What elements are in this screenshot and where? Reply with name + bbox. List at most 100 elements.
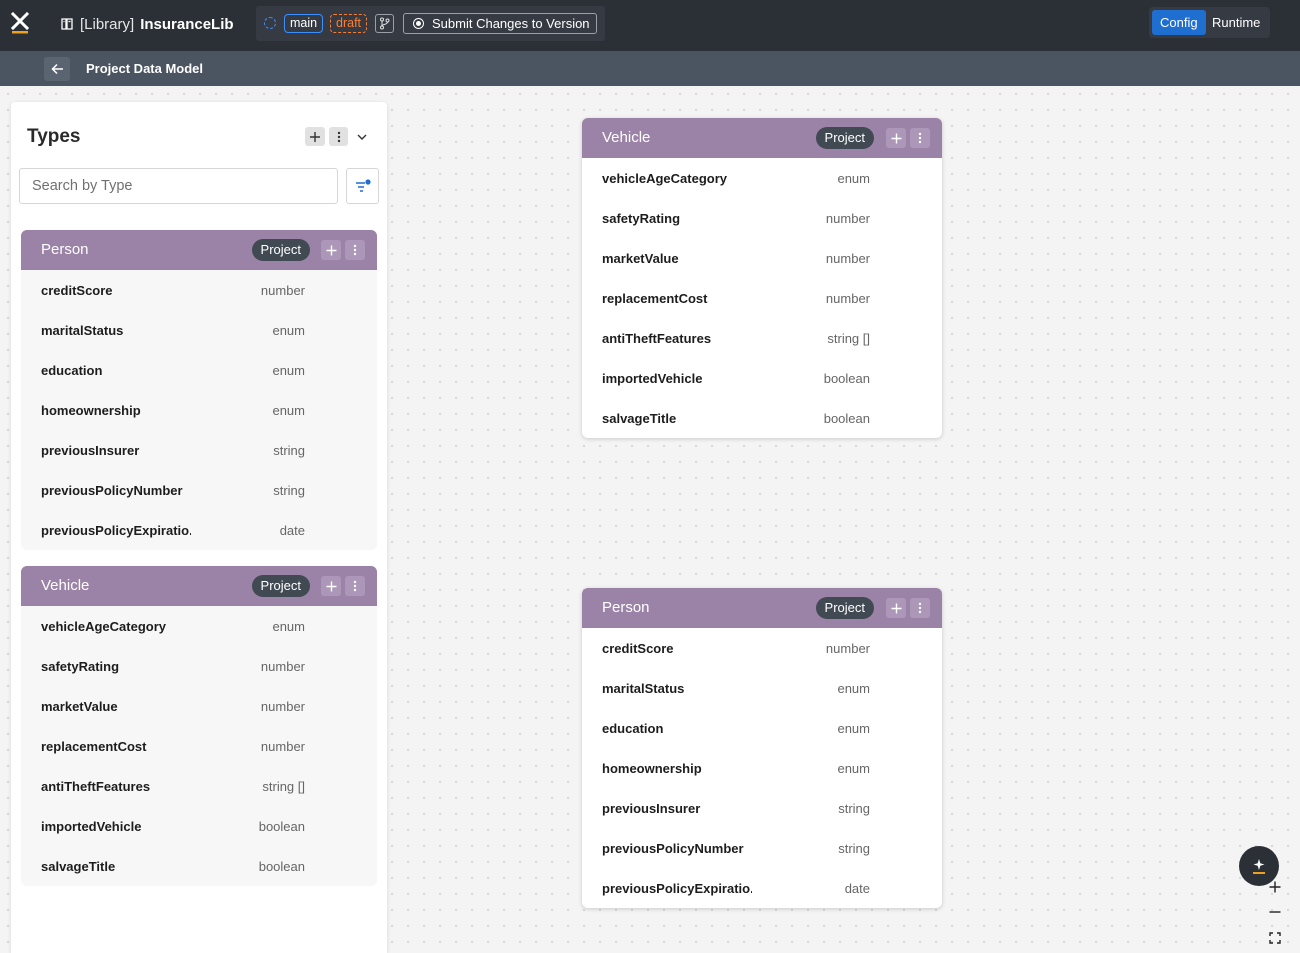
record-icon bbox=[413, 18, 424, 29]
field-type: date bbox=[279, 523, 305, 538]
search-type-input[interactable] bbox=[19, 168, 338, 204]
draft-pill: draft bbox=[330, 14, 368, 33]
type-card-title: Person bbox=[41, 241, 89, 258]
type-card-title: Vehicle bbox=[41, 577, 90, 594]
plus-icon bbox=[326, 245, 336, 255]
field-row[interactable]: importedVehicle boolean bbox=[582, 358, 942, 398]
field-row[interactable]: education enum bbox=[21, 350, 377, 390]
field-row[interactable]: salvageTitle boolean bbox=[21, 846, 377, 886]
field-row[interactable]: education enum bbox=[582, 708, 942, 748]
field-row[interactable]: creditScore number bbox=[21, 270, 377, 310]
plus-icon bbox=[1269, 881, 1281, 893]
field-row[interactable]: previousPolicyExpiratio... date bbox=[582, 868, 942, 908]
field-name: previousPolicyNumber bbox=[602, 841, 744, 856]
runtime-mode-button[interactable]: Runtime bbox=[1204, 10, 1268, 35]
field-row[interactable]: antiTheftFeatures string [] bbox=[21, 766, 377, 806]
field-row[interactable]: replacementCost number bbox=[582, 278, 942, 318]
minus-icon bbox=[1269, 911, 1281, 913]
field-row[interactable]: maritalStatus enum bbox=[582, 668, 942, 708]
field-type: string bbox=[838, 841, 870, 856]
project-badge: Project bbox=[251, 575, 310, 597]
back-button[interactable] bbox=[44, 57, 70, 81]
field-name: replacementCost bbox=[602, 291, 708, 306]
field-row[interactable]: marketValue number bbox=[21, 686, 377, 726]
type-card-title: Vehicle bbox=[602, 129, 651, 146]
fit-view-icon bbox=[1269, 932, 1281, 944]
field-name: antiTheftFeatures bbox=[602, 331, 712, 346]
add-field-button[interactable] bbox=[886, 598, 906, 618]
field-row[interactable]: antiTheftFeatures string [] bbox=[582, 318, 942, 358]
field-name: importedVehicle bbox=[41, 819, 142, 834]
git-branch-icon[interactable] bbox=[375, 14, 394, 33]
field-type: enum bbox=[272, 619, 305, 634]
types-panel-title: Types bbox=[27, 126, 81, 147]
panel-type-card-vehicle[interactable]: Vehicle Project vehicleAgeCategory enum safe… bbox=[21, 566, 377, 886]
field-name: education bbox=[41, 363, 103, 378]
field-row[interactable]: creditScore number bbox=[582, 628, 942, 668]
field-type: enum bbox=[837, 761, 870, 776]
canvas-node-person[interactable]: Person Project creditScore number maritalSta… bbox=[582, 588, 942, 908]
add-field-button[interactable] bbox=[321, 576, 341, 596]
add-field-button[interactable] bbox=[321, 240, 341, 260]
field-row[interactable]: replacementCost number bbox=[21, 726, 377, 766]
field-name: marketValue bbox=[602, 251, 679, 266]
plus-icon bbox=[326, 581, 336, 591]
canvas-node-vehicle[interactable]: Vehicle Project vehicleAgeCategory enum safe… bbox=[582, 118, 942, 438]
field-row[interactable]: vehicleAgeCategory enum bbox=[21, 606, 377, 646]
field-row[interactable]: maritalStatus enum bbox=[21, 310, 377, 350]
field-type: string bbox=[273, 483, 305, 498]
chevron-down-icon[interactable] bbox=[355, 130, 369, 144]
page-title: Project Data Model bbox=[86, 61, 204, 76]
x-logo-icon[interactable] bbox=[10, 11, 30, 34]
project-badge: Project bbox=[815, 127, 874, 149]
sub-header: Project Data Model bbox=[0, 51, 1300, 86]
type-card-header: Vehicle Project bbox=[21, 566, 377, 606]
type-card-more-button[interactable] bbox=[910, 128, 930, 148]
zoom-in-button[interactable] bbox=[1266, 878, 1284, 896]
config-mode-button[interactable]: Config bbox=[1152, 10, 1206, 35]
field-type: number bbox=[825, 211, 870, 226]
panel-type-card-person[interactable]: Person Project creditScore number maritalSta… bbox=[21, 230, 377, 550]
field-row[interactable]: previousPolicyNumber string bbox=[582, 828, 942, 868]
type-card-more-button[interactable] bbox=[345, 576, 365, 596]
field-name: importedVehicle bbox=[602, 371, 703, 386]
kebab-icon bbox=[353, 580, 357, 592]
field-name: creditScore bbox=[602, 641, 674, 656]
field-name: antiTheftFeatures bbox=[41, 779, 151, 794]
version-control-group: main draft Submit Changes to Version bbox=[256, 6, 605, 41]
field-row[interactable]: safetyRating number bbox=[582, 198, 942, 238]
zoom-out-button[interactable] bbox=[1266, 903, 1284, 921]
library-title[interactable]: [Library] InsuranceLib bbox=[60, 14, 234, 34]
field-row[interactable]: previousPolicyExpiratio... date bbox=[21, 510, 377, 550]
field-row[interactable]: vehicleAgeCategory enum bbox=[582, 158, 942, 198]
field-type: enum bbox=[272, 323, 305, 338]
mode-toggle: Config Runtime bbox=[1149, 7, 1270, 38]
submit-changes-label: Submit Changes to Version bbox=[432, 16, 590, 31]
field-name: vehicleAgeCategory bbox=[41, 619, 166, 634]
field-row[interactable]: importedVehicle boolean bbox=[21, 806, 377, 846]
field-row[interactable]: homeownership enum bbox=[582, 748, 942, 788]
types-more-button[interactable] bbox=[329, 127, 348, 146]
library-name: InsuranceLib bbox=[140, 15, 234, 33]
field-row[interactable]: previousInsurer string bbox=[582, 788, 942, 828]
field-row[interactable]: marketValue number bbox=[582, 238, 942, 278]
filter-button[interactable] bbox=[346, 168, 379, 204]
submit-changes-button[interactable]: Submit Changes to Version bbox=[403, 13, 597, 34]
field-name: salvageTitle bbox=[602, 411, 677, 426]
type-card-more-button[interactable] bbox=[345, 240, 365, 260]
fit-view-button[interactable] bbox=[1266, 929, 1284, 947]
add-type-button[interactable] bbox=[305, 127, 325, 146]
branch-pill[interactable]: main bbox=[284, 14, 324, 33]
field-row[interactable]: safetyRating number bbox=[21, 646, 377, 686]
project-badge: Project bbox=[251, 239, 310, 261]
field-row[interactable]: homeownership enum bbox=[21, 390, 377, 430]
field-type: boolean bbox=[258, 819, 305, 834]
field-row[interactable]: previousPolicyNumber string bbox=[21, 470, 377, 510]
sparkle-icon bbox=[1253, 859, 1265, 874]
field-type: boolean bbox=[823, 411, 870, 426]
field-row[interactable]: salvageTitle boolean bbox=[582, 398, 942, 438]
add-field-button[interactable] bbox=[886, 128, 906, 148]
field-row[interactable]: previousInsurer string bbox=[21, 430, 377, 470]
field-type: enum bbox=[272, 363, 305, 378]
type-card-more-button[interactable] bbox=[910, 598, 930, 618]
